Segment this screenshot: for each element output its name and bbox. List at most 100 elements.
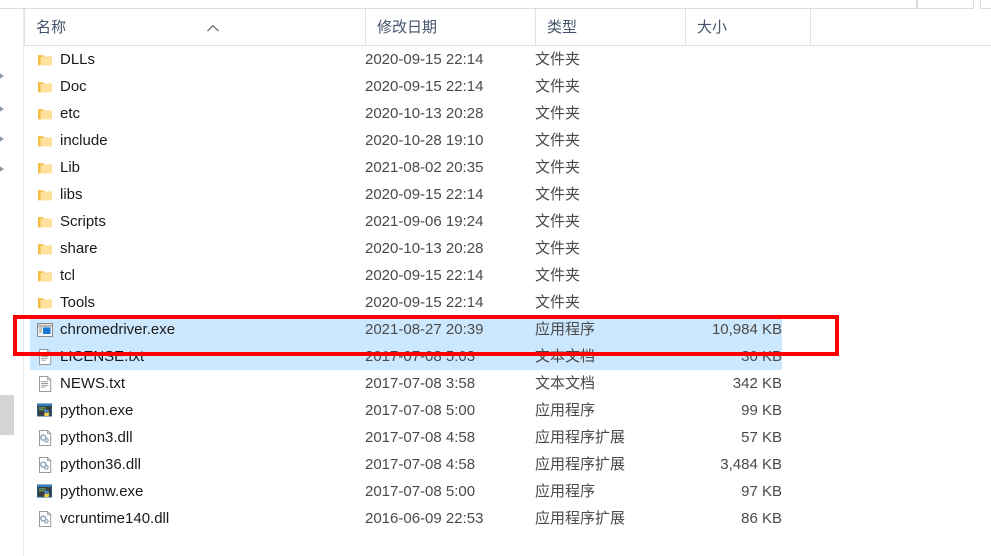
cell-date: 2020-09-15 22:14 (365, 267, 484, 284)
column-header-size-label: 大小 (697, 19, 728, 36)
window-chrome-strip (0, 0, 991, 9)
file-row[interactable]: include 2020-10-28 19:10 文件夹 (24, 127, 991, 154)
cell-date: 2020-09-15 22:14 (365, 78, 484, 95)
cell-size (664, 181, 782, 208)
file-row[interactable]: python36.dll 2017-07-08 4:58 应用程序扩展 3,484 K… (24, 451, 991, 478)
file-list[interactable]: DLLs 2020-09-15 22:14 文件夹 Doc 2020-09-15 22:… (24, 46, 991, 556)
folder-icon (36, 78, 54, 96)
file-row[interactable]: tcl 2020-09-15 22:14 文件夹 (24, 262, 991, 289)
chrome-segment-middle (917, 0, 974, 9)
column-header-type-label: 类型 (547, 19, 578, 36)
cell-name: Lib (60, 159, 81, 176)
column-header-spacer[interactable] (810, 9, 991, 46)
file-row[interactable]: Doc 2020-09-15 22:14 文件夹 (24, 73, 991, 100)
file-row[interactable]: share 2020-10-13 20:28 文件夹 (24, 235, 991, 262)
cell-size: 10,984 KB (711, 321, 782, 338)
cell-name: NEWS.txt (60, 375, 126, 392)
cell-name: Tools (60, 294, 96, 311)
folder-icon (36, 186, 54, 204)
cell-size (664, 154, 782, 181)
cell-type: 文本文档 (535, 375, 596, 392)
cell-date: 2020-10-13 20:28 (365, 105, 484, 122)
cell-type: 文件夹 (535, 159, 581, 176)
python-exe-icon (36, 402, 54, 420)
column-header-date-modified[interactable]: 修改日期 (365, 9, 535, 46)
rail-chevron-icon-3[interactable] (0, 133, 12, 145)
cell-type: 文件夹 (535, 267, 581, 284)
cell-size: 30 KB (741, 348, 782, 365)
rail-chevron-icon-2[interactable] (0, 103, 12, 115)
cell-size: 342 KB (732, 375, 782, 392)
cell-date: 2017-07-08 5:03 (365, 348, 476, 365)
cell-type: 文件夹 (535, 213, 581, 230)
file-row[interactable]: LICENSE.txt 2017-07-08 5:03 文本文档 30 KB (24, 343, 991, 370)
column-header-type[interactable]: 类型 (535, 9, 685, 46)
navigation-scrollbar-thumb[interactable] (0, 395, 14, 435)
cell-size: 3,484 KB (720, 456, 782, 473)
file-row[interactable]: pythonw.exe 2017-07-08 5:00 应用程序 97 KB (24, 478, 991, 505)
cell-date: 2017-07-08 3:58 (365, 375, 476, 392)
cell-size: 57 KB (741, 429, 782, 446)
cell-date: 2017-07-08 5:00 (365, 402, 476, 419)
cell-date: 2020-09-15 22:14 (365, 186, 484, 203)
file-row[interactable]: libs 2020-09-15 22:14 文件夹 (24, 181, 991, 208)
cell-type: 文件夹 (535, 105, 581, 122)
file-row[interactable]: etc 2020-10-13 20:28 文件夹 (24, 100, 991, 127)
cell-name: pythonw.exe (60, 483, 144, 500)
cell-size (664, 208, 782, 235)
chrome-segment-right (980, 0, 991, 9)
cell-type: 文件夹 (535, 294, 581, 311)
cell-size (664, 46, 782, 73)
file-row[interactable]: python3.dll 2017-07-08 4:58 应用程序扩展 57 KB (24, 424, 991, 451)
cell-name: DLLs (60, 51, 96, 68)
cell-type: 应用程序扩展 (535, 429, 626, 446)
column-header-name-label: 名称 (36, 19, 67, 36)
dll-icon (36, 510, 54, 528)
cell-name: vcruntime140.dll (60, 510, 170, 527)
cell-type: 应用程序扩展 (535, 510, 626, 527)
folder-icon (36, 51, 54, 69)
cell-type: 文件夹 (535, 51, 581, 68)
column-header-size[interactable]: 大小 (685, 9, 810, 46)
cell-name: Scripts (60, 213, 106, 230)
cell-date: 2021-08-02 20:35 (365, 159, 484, 176)
cell-name: share (60, 240, 98, 257)
cell-type: 文件夹 (535, 186, 581, 203)
cell-size (664, 235, 782, 262)
cell-date: 2020-09-15 22:14 (365, 294, 484, 311)
file-row[interactable]: NEWS.txt 2017-07-08 3:58 文本文档 342 KB (24, 370, 991, 397)
file-row[interactable]: DLLs 2020-09-15 22:14 文件夹 (24, 46, 991, 73)
cell-type: 应用程序 (535, 402, 596, 419)
chrome-segment-left (0, 0, 917, 9)
column-header-date-label: 修改日期 (377, 19, 438, 36)
column-header-name[interactable]: 名称 (24, 9, 365, 46)
sort-ascending-icon (206, 20, 220, 32)
cell-name: etc (60, 105, 81, 122)
text-file-icon (36, 375, 54, 393)
dll-icon (36, 456, 54, 474)
file-row[interactable]: vcruntime140.dll 2016-06-09 22:53 应用程序扩展 86… (24, 505, 991, 532)
file-row[interactable]: Scripts 2021-09-06 19:24 文件夹 (24, 208, 991, 235)
text-file-icon (36, 348, 54, 366)
file-row[interactable]: chromedriver.exe 2021-08-27 20:39 应用程序 10,9… (24, 316, 991, 343)
cell-size (664, 73, 782, 100)
cell-date: 2020-10-28 19:10 (365, 132, 484, 149)
cell-date: 2016-06-09 22:53 (365, 510, 484, 527)
rail-chevron-icon-4[interactable] (0, 163, 12, 175)
rail-chevron-icon-1[interactable] (0, 70, 12, 82)
file-row[interactable]: Tools 2020-09-15 22:14 文件夹 (24, 289, 991, 316)
navigation-rail (0, 9, 24, 556)
file-row[interactable]: python.exe 2017-07-08 5:00 应用程序 99 KB (24, 397, 991, 424)
python-exe-icon (36, 483, 54, 501)
cell-name: include (60, 132, 108, 149)
cell-size (664, 100, 782, 127)
cell-type: 应用程序 (535, 321, 596, 338)
folder-icon (36, 240, 54, 258)
cell-type: 应用程序扩展 (535, 456, 626, 473)
cell-size: 99 KB (741, 402, 782, 419)
cell-size (664, 289, 782, 316)
file-row[interactable]: Lib 2021-08-02 20:35 文件夹 (24, 154, 991, 181)
cell-date: 2020-09-15 22:14 (365, 51, 484, 68)
cell-size: 86 KB (741, 510, 782, 527)
folder-icon (36, 105, 54, 123)
